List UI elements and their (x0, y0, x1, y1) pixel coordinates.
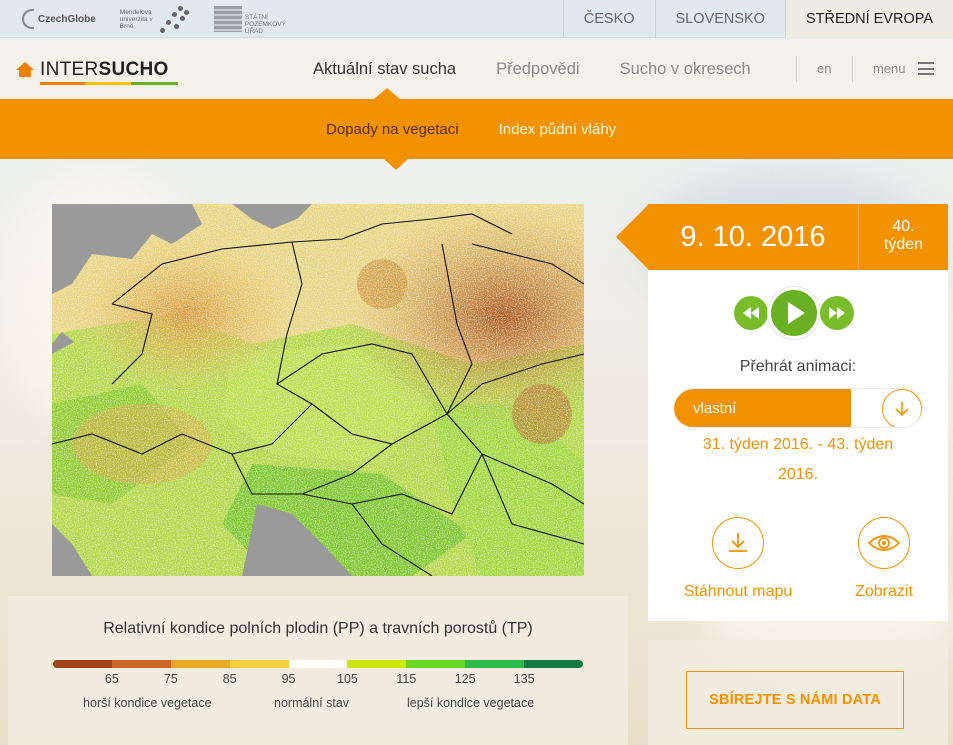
view-map-button[interactable]: Zobrazit (844, 517, 924, 601)
legend-color-swatch (524, 660, 583, 668)
legend-color-swatch (229, 660, 289, 668)
legend-tick: 115 (396, 672, 417, 686)
sub-nav: Dopady na vegetaci Index půdní vláhy (0, 99, 953, 170)
legend-tick: 65 (104, 672, 119, 686)
play-button[interactable] (768, 287, 820, 339)
legend-tick: 125 (454, 672, 476, 686)
region-tab-stredni-evropa[interactable]: STŘEDNÍ EVROPA (784, 0, 953, 38)
animation-panel: Přehrát animaci: vlastní 31. týden 2016.… (648, 270, 948, 621)
current-date: 9. 10. 2016 (648, 204, 858, 270)
mendel-university-logo[interactable]: Mendelova univerzita v Brně (120, 4, 190, 34)
chevron-down-icon[interactable] (882, 389, 922, 427)
home-icon (16, 62, 34, 78)
legend-color-swatch (170, 660, 230, 668)
partner-logos: CzechGlobe Mendelova univerzita v Brně S… (22, 0, 305, 38)
active-subnav-pointer (384, 159, 408, 170)
play-icon (787, 302, 805, 324)
czechglobe-logo[interactable]: CzechGlobe (22, 9, 96, 29)
hamburger-icon (917, 62, 934, 75)
vegetation-condition-map[interactable] (52, 204, 584, 576)
legend-tick: 135 (513, 672, 535, 686)
eye-icon (858, 517, 910, 569)
legend-tick: 75 (163, 672, 178, 686)
nav-divider (852, 56, 853, 82)
fast-forward-button[interactable] (820, 296, 854, 330)
language-switch[interactable]: en (817, 61, 831, 76)
intersucho-logo[interactable]: INTERSUCHO (16, 59, 178, 85)
region-tab-cesko[interactable]: ČESKO (562, 0, 655, 38)
main-nav: INTERSUCHO Aktuální stav sucha Předpověd… (0, 39, 953, 99)
legend-label-normal: normální stav (274, 696, 350, 710)
legend-color-swatch (53, 660, 112, 668)
week-number: 40. týden (859, 204, 948, 270)
nav-forecasts[interactable]: Předpovědi (496, 60, 579, 79)
download-icon (712, 517, 764, 569)
fast-forward-icon (829, 307, 845, 319)
legend-color-swatch (288, 660, 348, 668)
animation-range-value: vlastní (693, 400, 737, 417)
rewind-button[interactable] (734, 296, 768, 330)
legend-color-swatch (347, 660, 407, 668)
subnav-soil-moisture-index[interactable]: Index půdní vláhy (499, 121, 617, 138)
legend-color-scale (53, 660, 583, 668)
rewind-icon (743, 307, 759, 319)
region-tab-slovensko[interactable]: SLOVENSKO (654, 0, 785, 38)
animation-label: Přehrát animaci: (739, 358, 857, 375)
legend-title: Relativní kondice polních plodin (PP) a … (103, 620, 533, 637)
spu-logo[interactable]: STÁTNÍ POZEMKOVÝ ÚŘAD (213, 4, 305, 35)
legend-color-swatch (406, 660, 466, 668)
cta-panel: SBÍREJTE S NÁMI DATA (648, 640, 948, 745)
map-legend: Relativní kondice polních plodin (PP) a … (8, 596, 628, 745)
region-switcher: ČESKO SLOVENSKO STŘEDNÍ EVROPA (562, 0, 953, 38)
legend-tick: 105 (337, 672, 358, 686)
legend-color-swatch (111, 660, 171, 668)
nav-divider (796, 56, 797, 82)
playback-controls (734, 287, 854, 339)
active-nav-pointer (374, 88, 400, 99)
nav-current-drought[interactable]: Aktuální stav sucha (313, 60, 456, 79)
nav-drought-districts[interactable]: Sucho v okresech (620, 60, 751, 79)
legend-color-swatch (465, 660, 525, 668)
legend-tick: 95 (281, 672, 296, 686)
date-arrow-icon (616, 204, 649, 270)
legend-label-worse: horší kondice vegetace (83, 696, 212, 710)
animation-range-text: 31. týden 2016. - 43. týden 2016. (702, 436, 894, 483)
date-indicator: 9. 10. 2016 40. týden (616, 204, 948, 270)
legend-tick: 85 (222, 672, 237, 686)
legend-label-better: lepší kondice vegetace (407, 696, 535, 710)
animation-range-select[interactable]: vlastní (673, 388, 923, 428)
top-bar: CzechGlobe Mendelova univerzita v Brně S… (0, 0, 953, 38)
download-map-button[interactable]: Stáhnout mapu (678, 517, 798, 601)
menu-button[interactable]: menu (873, 61, 934, 76)
collect-data-button[interactable]: SBÍREJTE S NÁMI DATA (686, 671, 904, 729)
subnav-vegetation-impacts[interactable]: Dopady na vegetaci (326, 121, 459, 138)
